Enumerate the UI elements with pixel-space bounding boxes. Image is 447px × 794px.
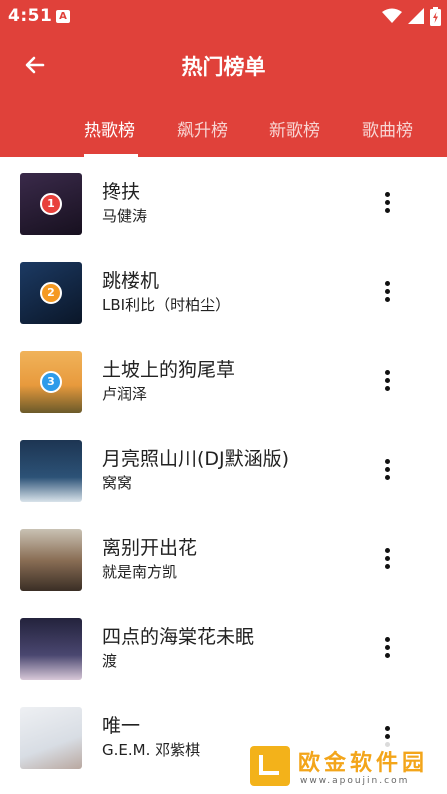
song-artist: 马健涛 xyxy=(102,207,148,225)
more-dot xyxy=(384,563,390,569)
more-vertical-icon xyxy=(384,191,390,197)
rank-badge: 1 xyxy=(40,193,62,215)
status-icons xyxy=(382,6,441,26)
more-dot xyxy=(384,474,390,480)
tab-song-chart[interactable]: 歌曲榜 xyxy=(362,116,413,141)
more-options-button[interactable] xyxy=(372,365,402,395)
more-dot xyxy=(384,296,390,302)
app-header: 4:51 A 热门榜单 热歌榜 飙升榜 新歌榜 歌曲榜 xyxy=(0,0,447,157)
more-options-button[interactable] xyxy=(372,454,402,484)
watermark-url: www.apoujin.com xyxy=(300,776,410,786)
album-cover xyxy=(20,529,82,591)
song-row[interactable]: 四点的海棠花未眠 渡 xyxy=(0,602,447,691)
album-cover: 1 xyxy=(20,173,82,235)
more-vertical-icon xyxy=(384,458,390,464)
status-time: 4:51 xyxy=(8,6,53,26)
song-artist: 卢润泽 xyxy=(102,385,148,403)
more-dot xyxy=(384,207,390,213)
song-artist: G.E.M. 邓紫棋 xyxy=(102,741,201,759)
song-row[interactable]: 3 土坡上的狗尾草 卢润泽 xyxy=(0,335,447,424)
song-title: 离别开出花 xyxy=(102,537,198,559)
more-dot xyxy=(384,466,390,472)
more-dot xyxy=(384,199,390,205)
song-artist: LBI利比（时柏尘） xyxy=(102,296,231,314)
album-cover xyxy=(20,440,82,502)
battery-charging-icon xyxy=(430,6,441,26)
watermark-logo-icon xyxy=(250,746,290,786)
more-vertical-icon xyxy=(384,725,390,731)
album-cover xyxy=(20,707,82,769)
toolbar: 热门榜单 xyxy=(0,32,447,98)
watermark: 欧金软件园 www.apoujin.com xyxy=(248,742,442,792)
album-cover: 3 xyxy=(20,351,82,413)
song-row[interactable]: 离别开出花 就是南方凯 xyxy=(0,513,447,602)
watermark-title: 欧金软件园 xyxy=(298,751,429,776)
more-dot xyxy=(384,385,390,391)
song-artist: 就是南方凯 xyxy=(102,563,178,581)
song-title: 月亮照山川(DJ默涵版) xyxy=(102,448,290,470)
signal-icon xyxy=(408,8,424,24)
song-title: 搀扶 xyxy=(102,181,141,203)
more-options-button[interactable] xyxy=(372,543,402,573)
album-cover: 2 xyxy=(20,262,82,324)
more-options-button[interactable] xyxy=(372,187,402,217)
song-title: 土坡上的狗尾草 xyxy=(102,359,236,381)
song-artist: 渡 xyxy=(102,652,118,670)
wifi-icon xyxy=(382,8,402,23)
tab-bar: 热歌榜 飙升榜 新歌榜 歌曲榜 xyxy=(0,104,447,157)
more-options-button[interactable] xyxy=(372,276,402,306)
rank-badge: 3 xyxy=(40,371,62,393)
more-options-button[interactable] xyxy=(372,632,402,662)
song-title: 唯一 xyxy=(102,715,141,737)
tab-new-songs[interactable]: 新歌榜 xyxy=(269,116,320,141)
tab-hot-songs[interactable]: 热歌榜 xyxy=(84,116,135,141)
notification-icon: A xyxy=(56,10,70,23)
song-title: 四点的海棠花未眠 xyxy=(102,626,255,648)
song-title: 跳楼机 xyxy=(102,270,160,292)
more-dot xyxy=(384,377,390,383)
more-vertical-icon xyxy=(384,547,390,553)
status-bar: 4:51 A xyxy=(0,0,447,32)
album-cover xyxy=(20,618,82,680)
more-vertical-icon xyxy=(384,636,390,642)
rank-badge: 2 xyxy=(40,282,62,304)
more-dot xyxy=(384,288,390,294)
song-row[interactable]: 2 跳楼机 LBI利比（时柏尘） xyxy=(0,246,447,335)
song-row[interactable]: 月亮照山川(DJ默涵版) 窝窝 xyxy=(0,424,447,513)
more-dot xyxy=(384,652,390,658)
more-dot xyxy=(384,555,390,561)
page-title: 热门榜单 xyxy=(181,55,266,79)
more-vertical-icon xyxy=(384,280,390,286)
song-row[interactable]: 1 搀扶 马健涛 xyxy=(0,157,447,246)
more-vertical-icon xyxy=(384,369,390,375)
more-dot xyxy=(384,733,390,739)
more-dot xyxy=(384,644,390,650)
song-artist: 窝窝 xyxy=(102,474,133,492)
tab-rising[interactable]: 飙升榜 xyxy=(177,116,228,141)
